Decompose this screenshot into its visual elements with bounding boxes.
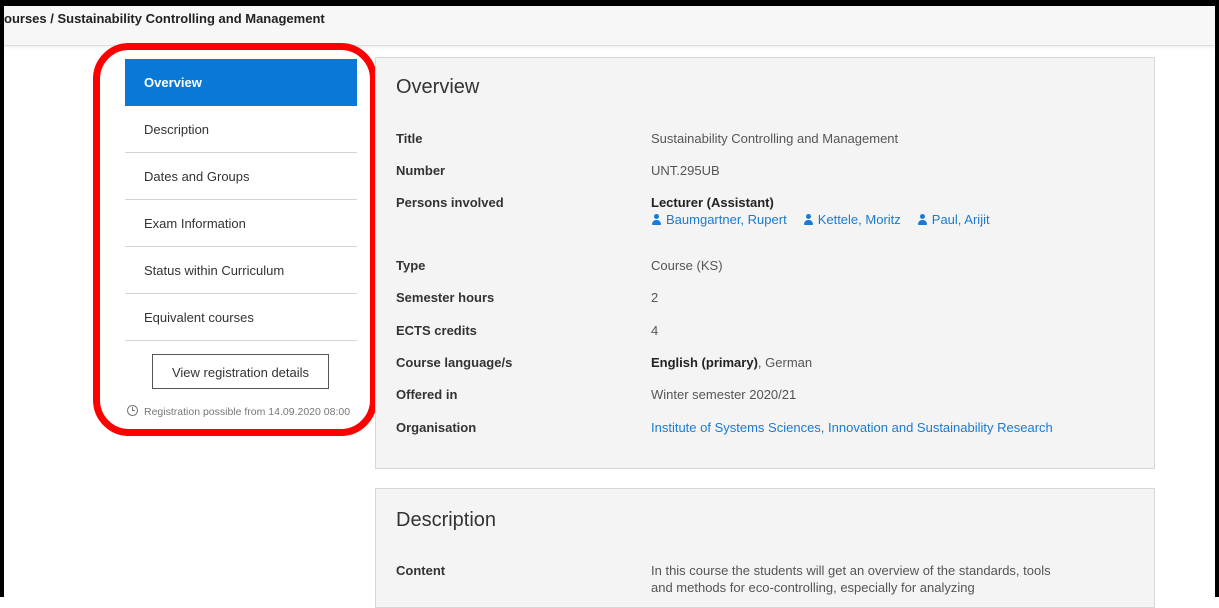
organisation-link[interactable]: Institute of Systems Sciences, Innovatio…: [651, 419, 1053, 436]
overview-heading: Overview: [396, 76, 480, 98]
person-icon: [651, 214, 662, 225]
ects-value: 4: [651, 323, 659, 338]
sidebar-item-description[interactable]: Description: [125, 106, 357, 153]
number-value: UNT.295UB: [651, 163, 720, 178]
persons-label: Persons involved: [396, 195, 504, 210]
semester-hours-value: 2: [651, 290, 659, 305]
title-label: Title: [396, 131, 423, 146]
person-link[interactable]: Kettele, Moritz: [803, 211, 901, 228]
ects-label: ECTS credits: [396, 323, 477, 338]
person-link[interactable]: Paul, Arijit: [917, 211, 990, 228]
title-value: Sustainability Controlling and Managemen…: [651, 131, 899, 146]
person-name-link[interactable]: Baumgartner, Rupert: [666, 212, 787, 227]
view-registration-details-button[interactable]: View registration details: [152, 354, 329, 389]
registration-note-text: Registration possible from 14.09.2020 08…: [144, 406, 351, 418]
registration-note: Registration possible from 14.09.2020 08…: [125, 405, 357, 419]
clock-icon: [127, 405, 138, 416]
language-value: English (primary), German: [651, 354, 812, 371]
organisation-label: Organisation: [396, 420, 477, 435]
sidebar-item-exam-information[interactable]: Exam Information: [125, 200, 357, 247]
semester-hours-label: Semester hours: [396, 290, 495, 305]
sidebar-nav: Overview Description Dates and Groups Ex…: [125, 59, 357, 419]
offered-label: Offered in: [396, 387, 458, 402]
sidebar-item-equivalent-courses[interactable]: Equivalent courses: [125, 294, 357, 341]
type-label: Type: [396, 258, 426, 273]
language-label: Course language/s: [396, 355, 513, 370]
sidebar-item-status-within-curriculum[interactable]: Status within Curriculum: [125, 247, 357, 294]
number-label: Number: [396, 163, 446, 178]
language-secondary: , German: [757, 355, 813, 370]
overview-panel: Overview Title Sustainability Controllin…: [375, 57, 1155, 469]
description-heading: Description: [396, 509, 497, 531]
person-name-link[interactable]: Paul, Arijit: [932, 212, 990, 227]
language-primary: English (primary): [651, 355, 758, 370]
description-panel: Description Content In this course the s…: [375, 488, 1155, 608]
persons-value: Lecturer (Assistant) Baumgartner, Rupert…: [651, 194, 1006, 228]
content-text: In this course the students will get an …: [651, 563, 1051, 595]
content-label: Content: [396, 563, 446, 578]
lecturer-role: Lecturer (Assistant): [651, 195, 774, 210]
person-icon: [803, 214, 814, 225]
sidebar-item-dates-and-groups[interactable]: Dates and Groups: [125, 153, 357, 200]
offered-value: Winter semester 2020/21: [651, 387, 797, 402]
sidebar-item-overview[interactable]: Overview: [125, 59, 357, 106]
person-icon: [917, 214, 928, 225]
breadcrumb[interactable]: ourses / Sustainability Controlling and …: [4, 11, 325, 26]
person-name-link[interactable]: Kettele, Moritz: [818, 212, 901, 227]
type-value: Course (KS): [651, 258, 723, 273]
person-link[interactable]: Baumgartner, Rupert: [651, 211, 787, 228]
